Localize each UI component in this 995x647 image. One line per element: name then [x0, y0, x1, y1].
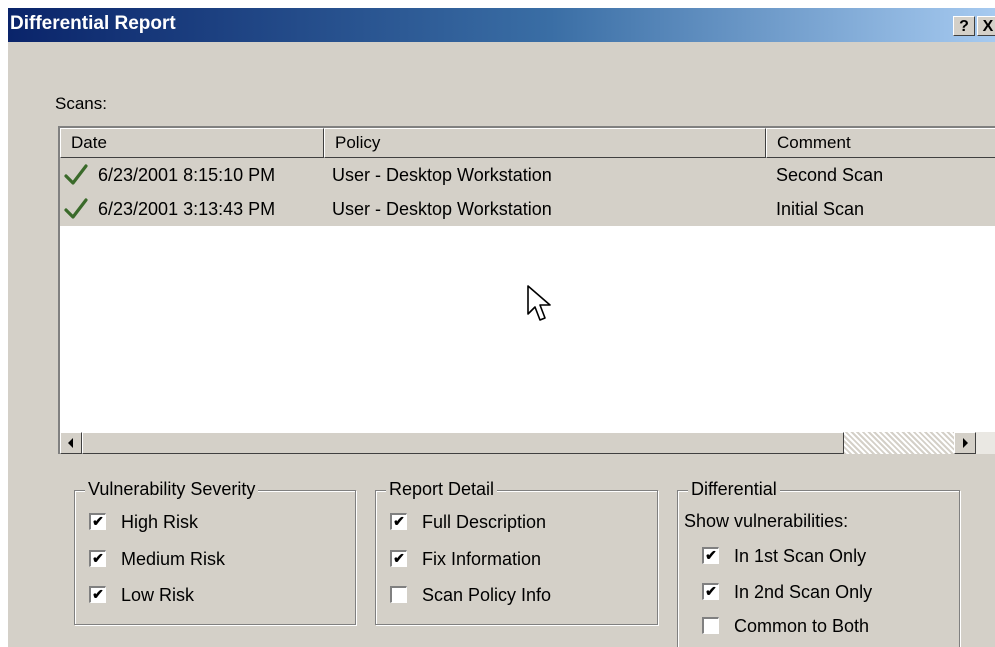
- checkbox-label: Scan Policy Info: [422, 585, 552, 605]
- checkbox-box[interactable]: ✔: [89, 586, 106, 603]
- checkbox-label: In 2nd Scan Only: [734, 582, 873, 602]
- checkbox-label: Low Risk: [121, 585, 195, 605]
- checkbox-box[interactable]: ✔: [390, 513, 407, 530]
- list-header: Date Policy Comment: [60, 128, 995, 158]
- scroll-right-button[interactable]: [954, 432, 976, 454]
- check-icon: [64, 198, 88, 219]
- scans-label: Scans:: [55, 94, 107, 113]
- checkbox-label: In 1st Scan Only: [734, 546, 867, 566]
- horizontal-scrollbar[interactable]: [60, 432, 995, 454]
- scroll-track[interactable]: [844, 432, 954, 454]
- checkbox-box[interactable]: ✔: [89, 550, 106, 567]
- column-header-comment[interactable]: Comment: [766, 128, 995, 158]
- report-detail-group-title: Report Detail: [386, 479, 498, 500]
- checkbox-label: Fix Information: [422, 549, 542, 569]
- show-vulnerabilities-label: Show vulnerabilities:: [684, 511, 849, 531]
- scroll-thumb[interactable]: [82, 432, 844, 454]
- mouse-cursor-icon: [527, 285, 551, 321]
- window-title: Differential Report: [10, 13, 176, 34]
- checkbox-box[interactable]: ✔: [390, 550, 407, 567]
- differential-group: Differential Show vulnerabilities: ✔ In …: [677, 479, 960, 647]
- differential-report-dialog: Differential Report ? X Scans: Date Poli…: [8, 8, 995, 647]
- arrow-left-icon: [68, 438, 73, 448]
- scroll-left-button[interactable]: [60, 432, 82, 454]
- arrow-right-icon: [963, 438, 968, 448]
- table-row[interactable]: 6/23/2001 3:13:43 PM User - Desktop Work…: [60, 192, 995, 226]
- help-button[interactable]: ?: [953, 16, 975, 36]
- checkbox-box[interactable]: ✔: [702, 583, 719, 600]
- cell-policy: User - Desktop Workstation: [332, 199, 552, 219]
- cell-comment: Second Scan: [776, 165, 884, 185]
- cell-date: 6/23/2001 8:15:10 PM: [98, 165, 276, 185]
- report-detail-group: Report Detail ✔ Full Description ✔ Fix I…: [375, 479, 658, 625]
- cell-comment: Initial Scan: [776, 199, 865, 219]
- checkbox-box[interactable]: ✔: [89, 513, 106, 530]
- title-bar[interactable]: Differential Report ? X: [8, 8, 995, 42]
- checkbox-label: Medium Risk: [121, 549, 226, 569]
- column-header-policy[interactable]: Policy: [324, 128, 766, 158]
- check-icon: [64, 164, 88, 185]
- checkbox-box[interactable]: [390, 586, 407, 603]
- severity-group: Vulnerability Severity ✔ High Risk ✔ Med…: [74, 479, 356, 625]
- close-button[interactable]: X: [977, 16, 995, 36]
- severity-group-title: Vulnerability Severity: [85, 479, 259, 500]
- cell-policy: User - Desktop Workstation: [332, 165, 552, 185]
- differential-group-title: Differential: [688, 479, 780, 500]
- checkbox-box[interactable]: [702, 617, 719, 634]
- checkbox-label: High Risk: [121, 512, 199, 532]
- checkbox-label: Common to Both: [734, 616, 870, 636]
- table-row[interactable]: 6/23/2001 8:15:10 PM User - Desktop Work…: [60, 158, 995, 192]
- checkbox-label: Full Description: [422, 512, 547, 532]
- column-header-date[interactable]: Date: [60, 128, 324, 158]
- checkbox-box[interactable]: ✔: [702, 547, 719, 564]
- cell-date: 6/23/2001 3:13:43 PM: [98, 199, 276, 219]
